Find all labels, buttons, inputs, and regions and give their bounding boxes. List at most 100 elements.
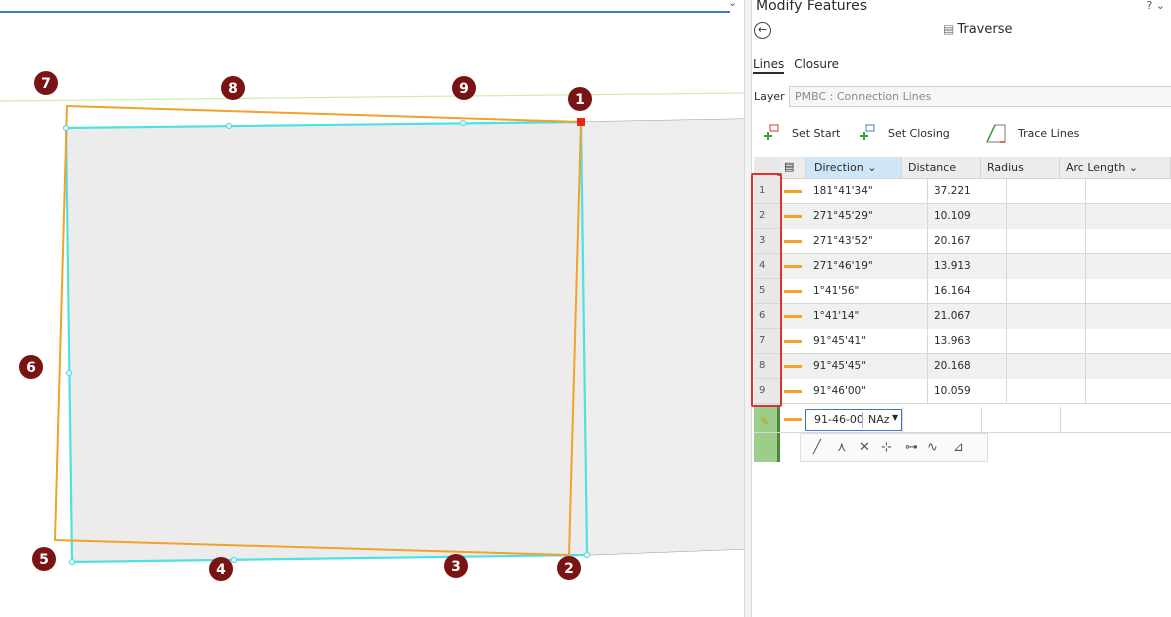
cell-distance[interactable]: 37.221 [928, 179, 1007, 204]
table-row[interactable]: 6 1°41'14" 21.067 [754, 304, 1171, 329]
cell-radius[interactable] [1007, 179, 1086, 204]
traverse-grid[interactable]: ▤ Direction ⌄ Distance Radius Arc Length… [751, 157, 1171, 617]
trace-icon[interactable]: ⊿ [953, 440, 964, 455]
row-selection-highlight [751, 173, 782, 407]
new-line-row[interactable]: 91-46-00 NAz ▼ [754, 407, 1171, 433]
curve-icon[interactable]: ∿ [927, 440, 938, 455]
cell-direction[interactable]: 181°41'34" [780, 179, 928, 204]
svg-text:3: 3 [451, 559, 461, 575]
cell-radius[interactable] [1007, 229, 1086, 254]
svg-text:5: 5 [39, 552, 49, 568]
header-distance[interactable]: Distance [902, 157, 981, 179]
line-icon[interactable]: ╱ [813, 440, 821, 455]
cell-direction[interactable]: 271°45'29" [780, 204, 928, 229]
cell-direction[interactable]: 1°41'14" [780, 304, 928, 329]
back-arrow-icon[interactable]: ← [754, 22, 771, 39]
table-row[interactable]: 9 91°46'00" 10.059 [754, 379, 1171, 404]
cell-distance[interactable]: 20.168 [928, 354, 1007, 379]
cell-arc-length[interactable] [1086, 304, 1171, 329]
collapse-icon[interactable]: ⌄ [1156, 0, 1165, 12]
table-row[interactable]: 8 91°45'45" 20.168 [754, 354, 1171, 379]
marker-7: 7 [34, 71, 58, 95]
tab-bar: Lines Closure [753, 57, 845, 74]
cell-distance[interactable]: 10.059 [928, 379, 1007, 404]
column-chooser[interactable]: ▤ [780, 157, 806, 179]
cell-distance[interactable]: 10.109 [928, 204, 1007, 229]
header-arc-length[interactable]: Arc Length ⌄ [1060, 157, 1171, 179]
marker-8: 8 [221, 76, 245, 100]
table-row[interactable]: 2 271°45'29" 10.109 [754, 204, 1171, 229]
cell-arc-length[interactable] [1086, 229, 1171, 254]
cell-direction[interactable]: 271°46'19" [780, 254, 928, 279]
cell-arc-length[interactable] [1086, 254, 1171, 279]
cell-radius[interactable] [1007, 354, 1086, 379]
chevron-down-icon: ⌄ [1128, 161, 1139, 174]
table-row[interactable]: 7 91°45'41" 13.963 [754, 329, 1171, 354]
direction-input-value[interactable]: 91-46-00 [814, 413, 864, 426]
table-row[interactable]: 5 1°41'56" 16.164 [754, 279, 1171, 304]
pane-help[interactable]: ? ⌄ [1146, 0, 1165, 12]
tab-lines[interactable]: Lines [753, 57, 785, 74]
layer-row: Layer PMBC : Connection Lines [754, 86, 1171, 108]
cell-distance[interactable]: 13.963 [928, 329, 1007, 354]
layer-label: Layer [754, 90, 785, 103]
set-start-button[interactable]: Set Start [762, 120, 840, 146]
chevron-down-icon: ⌄ [867, 161, 877, 174]
layer-field[interactable]: PMBC : Connection Lines [789, 86, 1171, 107]
cell-radius[interactable] [1007, 279, 1086, 304]
marker-4: 4 [209, 557, 233, 581]
cell-arc-length[interactable] [1086, 204, 1171, 229]
direction-input[interactable]: 91-46-00 NAz ▼ [805, 409, 902, 431]
cell-direction[interactable]: 1°41'56" [780, 279, 928, 304]
cross-icon[interactable]: ✕ [859, 440, 870, 455]
caret-down-icon[interactable]: ▼ [892, 413, 898, 422]
svg-text:2: 2 [564, 561, 574, 577]
cell-radius[interactable] [1007, 379, 1086, 404]
neighbor-parcel [581, 119, 744, 555]
cell-direction[interactable]: 271°43'52" [780, 229, 928, 254]
cell-distance[interactable]: 21.067 [928, 304, 1007, 329]
svg-text:4: 4 [216, 562, 226, 578]
cell-radius[interactable] [1007, 204, 1086, 229]
cell-arc-length[interactable] [1086, 379, 1171, 404]
help-icon[interactable]: ? [1146, 0, 1152, 12]
table-row[interactable]: 1 181°41'34" 37.221 [754, 179, 1171, 204]
marker-9: 9 [452, 76, 476, 100]
angle-icon[interactable]: ⋏ [837, 440, 847, 455]
traverse-label: Traverse [957, 22, 1013, 37]
cell-divider [1060, 407, 1061, 433]
svg-text:1: 1 [575, 92, 585, 108]
table-row[interactable]: 4 271°46'19" 13.913 [754, 254, 1171, 279]
cell-direction[interactable]: 91°45'41" [780, 329, 928, 354]
cell-arc-length[interactable] [1086, 279, 1171, 304]
cell-distance[interactable]: 20.167 [928, 229, 1007, 254]
cell-direction[interactable]: 91°45'45" [780, 354, 928, 379]
cell-arc-length[interactable] [1086, 329, 1171, 354]
table-row[interactable]: 3 271°43'52" 20.167 [754, 229, 1171, 254]
cell-arc-length[interactable] [1086, 179, 1171, 204]
table-options-icon[interactable]: ▤ [784, 160, 794, 173]
direction-unit-select[interactable]: NAz [868, 413, 890, 426]
intersection-icon[interactable]: ⊹ [881, 440, 892, 455]
header-direction[interactable]: Direction ⌄ [806, 157, 902, 179]
svg-text:6: 6 [26, 360, 36, 376]
header-arc-length-label: Arc Length [1066, 161, 1126, 174]
cell-distance[interactable]: 13.913 [928, 254, 1007, 279]
cell-radius[interactable] [1007, 254, 1086, 279]
map-canvas[interactable]: 7 8 9 1 6 5 4 3 2 [0, 0, 744, 617]
svg-text:8: 8 [228, 81, 238, 97]
distance-icon[interactable]: ⊶ [905, 440, 918, 455]
cell-arc-length[interactable] [1086, 354, 1171, 379]
cell-direction[interactable]: 91°46'00" [780, 379, 928, 404]
trace-lines-button[interactable]: Trace Lines [984, 120, 1079, 146]
cell-radius[interactable] [1007, 304, 1086, 329]
cell-radius[interactable] [1007, 329, 1086, 354]
header-radius[interactable]: Radius [981, 157, 1060, 179]
tab-closure[interactable]: Closure [794, 57, 839, 74]
set-closing-button[interactable]: Set Closing [858, 120, 950, 146]
segment-tools: ╱ ⋏ ✕ ⊹ ⊶ ∿ ⊿ [800, 433, 988, 462]
parcel-fill[interactable] [66, 122, 587, 562]
map-view[interactable]: ⌄ 7 8 9 1 6 5 4 3 2 [0, 0, 744, 617]
cell-distance[interactable]: 16.164 [928, 279, 1007, 304]
start-point[interactable] [577, 118, 585, 126]
